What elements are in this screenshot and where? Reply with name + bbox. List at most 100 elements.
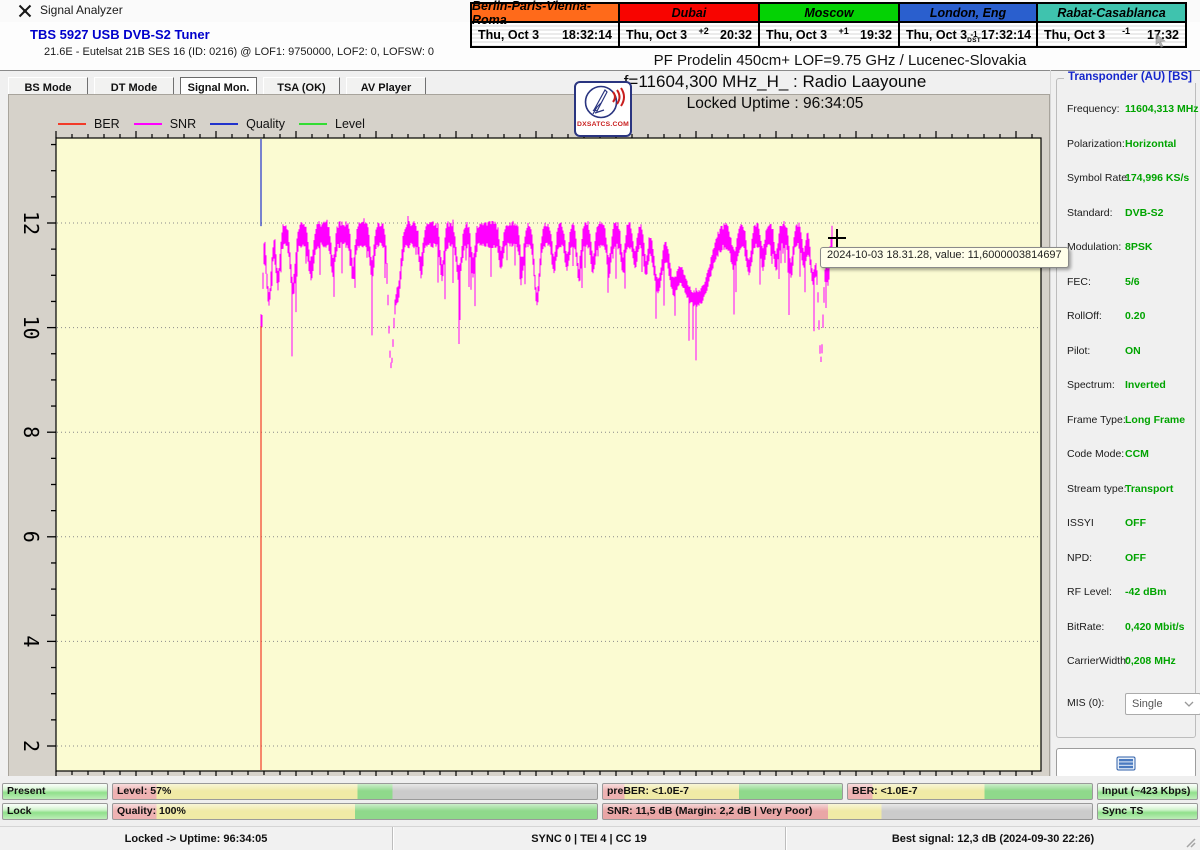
transponder-row: Symbol Rate:174,996 KS/s: [1067, 172, 1189, 187]
transponder-label: Frequency:: [1067, 103, 1120, 118]
status-locked-uptime: Locked -> Uptime: 96:34:05: [0, 827, 393, 850]
transponder-label: ISSYI: [1067, 517, 1094, 532]
transponder-row: Stream type:Transport: [1067, 483, 1189, 498]
level-bar: Level: 57%: [112, 783, 598, 800]
clock-london: London, Eng Thu, Oct 3 -1DST 17:32:14: [898, 2, 1038, 48]
transponder-label: Pilot:: [1067, 345, 1090, 360]
transponder-label: CarrierWidth:: [1067, 655, 1129, 670]
preber-bar: preBER: <1.0E-7: [602, 783, 843, 800]
transponder-label: Standard:: [1067, 207, 1113, 222]
frequency-title: f=11604,300 MHz_H_ : Radio Laayoune: [430, 72, 1120, 92]
clock-berlin-paris-vienna-roma: Berlin-Paris-Vienna-Roma Thu, Oct 3 18:3…: [470, 2, 620, 48]
transponder-group: Frequency:11604,313 MHzPolarization:Hori…: [1056, 78, 1196, 738]
quality-line-swatch: [210, 123, 238, 125]
transport-list-button[interactable]: [1056, 748, 1196, 778]
transponder-row: Frame Type:Long Frame: [1067, 414, 1189, 429]
clock-time: Thu, Oct 3 +1 19:32: [760, 23, 898, 46]
transponder-row: Spectrum: Inverted: [1067, 379, 1189, 394]
crosshair-icon: [836, 229, 838, 247]
transponder-value: Inverted: [1125, 379, 1166, 391]
transponder-label: Spectrum:: [1067, 379, 1115, 394]
transponder-label: FEC:: [1067, 276, 1091, 291]
dxsatcs-logo-graphic: [580, 83, 626, 123]
transponder-value: 0,208 MHz: [1125, 655, 1176, 667]
level-line-swatch: [299, 123, 327, 125]
window-title: Signal Analyzer: [40, 3, 123, 17]
transponder-row: Standard:DVB-S2: [1067, 207, 1189, 222]
transponder-value: 0,420 Mbit/s: [1125, 621, 1185, 633]
transponder-label: Code Mode:: [1067, 448, 1124, 463]
mis-select[interactable]: Single: [1125, 693, 1200, 715]
world-clocks: Berlin-Paris-Vienna-Roma Thu, Oct 3 18:3…: [470, 2, 1187, 48]
transponder-row: Pilot: ON: [1067, 345, 1189, 360]
clock-time: Thu, Oct 3 +2 20:32: [620, 23, 758, 46]
snr-bar: SNR: 11,5 dB (Margin: 2,2 dB | Very Poor…: [602, 803, 1093, 820]
sync-ts-indicator: Sync TS: [1097, 803, 1198, 820]
transponder-label: Polarization:: [1067, 138, 1125, 153]
dxsatcs-logo-text: DXSATCS.COM: [577, 121, 629, 128]
list-icon: [1116, 756, 1136, 771]
transponder-label: Frame Type:: [1067, 414, 1126, 429]
clock-city-label: Moscow: [760, 4, 898, 23]
legend-ber: BER: [58, 117, 120, 131]
transponder-label: Stream type:: [1067, 483, 1127, 498]
transponder-value: ON: [1125, 345, 1141, 357]
svg-text:10: 10: [19, 316, 43, 340]
app-icon: [18, 4, 32, 18]
svg-text:2: 2: [19, 740, 43, 752]
signal-analyzer-window: Signal Analyzer TBS 5927 USB DVB-S2 Tune…: [0, 0, 1200, 850]
svg-text:4: 4: [19, 635, 43, 647]
status-bar: Locked -> Uptime: 96:34:05 SYNC 0 | TEI …: [0, 826, 1200, 850]
transponder-value: CCM: [1125, 448, 1149, 460]
transponder-value: Transport: [1125, 483, 1173, 495]
transponder-row: ISSYI OFF: [1067, 517, 1189, 532]
transponder-row: FEC: 5/6: [1067, 276, 1189, 291]
clock-city-label: Dubai: [620, 4, 758, 23]
transponder-row: Frequency:11604,313 MHz: [1067, 103, 1189, 118]
transponder-group-title: Transponder (AU) [BS]: [1064, 71, 1196, 83]
transponder-value: Long Frame: [1125, 414, 1185, 426]
transponder-label: NPD:: [1067, 552, 1092, 567]
clock-city-label: Rabat-Casablanca: [1038, 4, 1185, 23]
input-rate-indicator: Input (~423 Kbps): [1097, 783, 1198, 800]
transponder-row: Polarization:Horizontal: [1067, 138, 1189, 153]
svg-text:12: 12: [19, 211, 43, 235]
clock-moscow: Moscow Thu, Oct 3 +1 19:32: [758, 2, 900, 48]
legend-snr: SNR: [134, 117, 196, 131]
legend-quality: Quality: [210, 117, 285, 131]
transponder-label: BitRate:: [1067, 621, 1104, 636]
transponder-value: 8PSK: [1125, 241, 1152, 253]
quality-bar: Quality: 100%: [112, 803, 598, 820]
transponder-value: 0.20: [1125, 310, 1145, 322]
chevron-down-icon: [1184, 701, 1194, 707]
tuner-subtitle: 21.6E - Eutelsat 21B SES 16 (ID: 0216) @…: [44, 46, 434, 58]
transponder-label: RollOff:: [1067, 310, 1102, 325]
panel-divider: [1050, 70, 1051, 850]
transponder-label: RF Level:: [1067, 586, 1112, 601]
snr-line-swatch: [134, 123, 162, 125]
chart-plot-area[interactable]: 24681012: [9, 95, 1049, 777]
mouse-cursor-icon: [1152, 32, 1170, 50]
present-indicator: Present: [2, 783, 108, 800]
status-best-signal: Best signal: 12,3 dB (2024-09-30 22:26): [786, 827, 1200, 850]
status-sync-counters: SYNC 0 | TEI 4 | CC 19: [393, 827, 786, 850]
transponder-value: 5/6: [1125, 276, 1140, 288]
resize-grip[interactable]: [1184, 836, 1196, 848]
transponder-row: BitRate: 0,420 Mbit/s: [1067, 621, 1189, 636]
indicator-bars: Present Level: 57% preBER: <1.0E-7 BER: …: [0, 776, 1200, 826]
ber-line-swatch: [58, 123, 86, 125]
transponder-value: -42 dBm: [1125, 586, 1166, 598]
legend-level: Level: [299, 117, 365, 131]
transponder-row: Modulation:8PSK: [1067, 241, 1189, 256]
mis-row: MIS (0): Single: [1067, 697, 1189, 709]
clock-dubai: Dubai Thu, Oct 3 +2 20:32: [618, 2, 760, 48]
transponder-row: NPD:OFF: [1067, 552, 1189, 567]
transponder-value: OFF: [1125, 517, 1146, 529]
transponder-value: Horizontal: [1125, 138, 1176, 150]
chart-legend: BER SNR Quality Level: [58, 114, 365, 134]
chart-tooltip: 2024-10-03 18.31.28, value: 11,600000381…: [820, 247, 1069, 268]
transponder-row: Code Mode:CCM: [1067, 448, 1189, 463]
transponder-value: 11604,313 MHz: [1125, 103, 1199, 115]
transponder-row: RF Level: -42 dBm: [1067, 586, 1189, 601]
transponder-row: CarrierWidth:0,208 MHz: [1067, 655, 1189, 670]
